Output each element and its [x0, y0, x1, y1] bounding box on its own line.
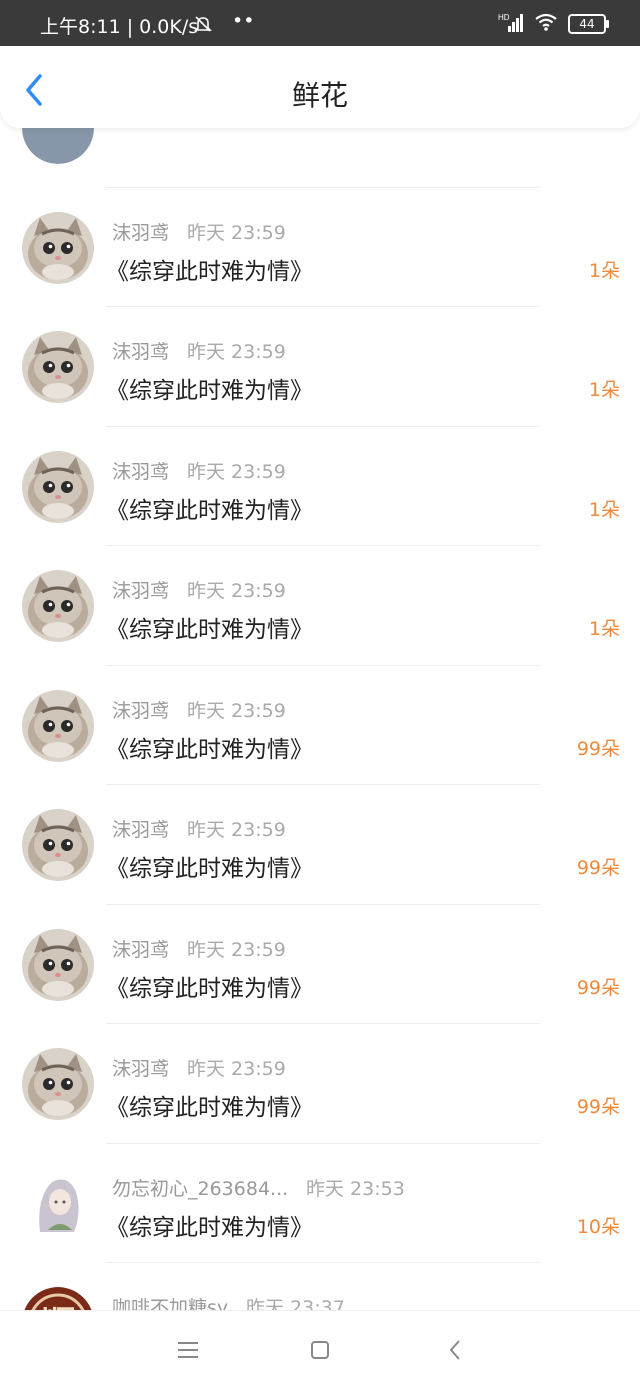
status-time-speed: 上午8:11 | 0.0K/s: [40, 16, 199, 38]
avatar[interactable]: [22, 1167, 94, 1240]
nav-back-button[interactable]: [440, 1335, 470, 1365]
avatar[interactable]: [22, 809, 94, 881]
avatar[interactable]: [22, 331, 94, 403]
sender-name[interactable]: 勿忘初心_263684...: [112, 1174, 288, 1201]
avatar[interactable]: [22, 928, 94, 1001]
home-button[interactable]: [305, 1335, 335, 1365]
sender-name[interactable]: 咖啡不加糖sy: [112, 1293, 228, 1310]
page-title: 鲜花: [291, 79, 348, 112]
send-time: 昨天 23:37: [246, 1297, 345, 1310]
flower-count: 1朵: [588, 618, 620, 640]
flower-count: 99朵: [576, 737, 620, 760]
book-title[interactable]: 《综穿此时难为情》: [106, 252, 313, 286]
book-title[interactable]: 《综穿此时难为情》: [106, 610, 313, 644]
list-item[interactable]: 沫羽鸢 昨天 23:59 《综穿此时难为情》 1朵: [0, 546, 640, 666]
send-time: 昨天 23:59: [187, 699, 286, 722]
book-title[interactable]: 《综穿此时难为情》: [106, 1088, 313, 1122]
list-item[interactable]: 顺 咖啡不加糖sy昨天 23:37《综穿此时难为情三》66朵: [0, 1263, 640, 1310]
wifi-icon: [534, 12, 558, 37]
menu-button[interactable]: [173, 1335, 203, 1365]
dots-icon: ••: [232, 10, 255, 32]
sender-name[interactable]: 沫羽鸢: [112, 337, 169, 364]
triangle-back-icon: [450, 1340, 460, 1360]
avatar[interactable]: [22, 570, 94, 642]
battery-icon: 44: [568, 14, 609, 34]
title-bar: 鲜花: [0, 46, 640, 128]
send-time: 昨天 23:59: [187, 819, 286, 841]
list-item[interactable]: 沫羽鸢 昨天 23:59 《综穿此时难为情》 1朵: [0, 188, 640, 307]
book-title[interactable]: 《综穿此时难为情》: [106, 491, 313, 525]
book-title[interactable]: 《综穿此时难为情》: [106, 849, 313, 883]
send-time: 昨天 23:59: [187, 580, 286, 602]
avatar[interactable]: [22, 689, 94, 762]
avatar[interactable]: [22, 128, 94, 164]
list-item[interactable]: 沫羽鸢 昨天 23:59 《综穿此时难为情》 99朵: [0, 666, 640, 785]
send-time: 昨天 23:59: [187, 1058, 286, 1080]
avatar[interactable]: [22, 211, 94, 284]
avatar[interactable]: [22, 1048, 94, 1120]
sender-name[interactable]: 沫羽鸢: [112, 457, 169, 484]
sender-name[interactable]: 沫羽鸢: [112, 1054, 169, 1081]
avatar[interactable]: 顺: [22, 1287, 94, 1310]
list-item[interactable]: 沫羽鸢 昨天 23:59 《综穿此时难为情》 1朵: [0, 427, 640, 546]
hd-label: HD: [498, 13, 510, 22]
send-time: 昨天 23:53: [306, 1177, 405, 1200]
sender-name[interactable]: 沫羽鸢: [112, 935, 169, 962]
send-time: 昨天 23:59: [187, 938, 286, 961]
signal-icon: HD: [498, 12, 524, 37]
sender-name[interactable]: 沫羽鸢: [112, 696, 169, 723]
flower-count: 99朵: [576, 857, 620, 879]
system-nav-bar: [0, 1310, 640, 1388]
sender-name[interactable]: 沫羽鸢: [112, 218, 169, 245]
send-time: 昨天 23:59: [187, 460, 286, 483]
list-item[interactable]: 沫羽鸢 昨天 23:59 《综穿此时难为情》 1朵: [0, 307, 640, 427]
list-item[interactable]: [0, 128, 640, 188]
mute-bell-icon: [193, 14, 213, 39]
status-bar: 上午8:11 | 0.0K/s •• HD 44: [0, 0, 640, 46]
sender-name[interactable]: 沫羽鸢: [112, 576, 169, 603]
book-title[interactable]: 《综穿此时难为情》: [106, 371, 313, 405]
book-title[interactable]: 《综穿此时难为情》: [106, 730, 313, 764]
flower-count: 10朵: [576, 1215, 620, 1238]
list-item[interactable]: 勿忘初心_263684... 昨天 23:53 《综穿此时难为情》 10朵: [0, 1144, 640, 1263]
avatar[interactable]: [22, 450, 94, 523]
flower-count: 1朵: [588, 498, 620, 521]
menu-icon: [178, 1342, 198, 1358]
square-home-icon: [311, 1341, 329, 1359]
flower-count: 1朵: [588, 259, 620, 282]
sender-name[interactable]: 沫羽鸢: [112, 815, 169, 842]
list-item[interactable]: 沫羽鸢 昨天 23:59 《综穿此时难为情》 99朵: [0, 1024, 640, 1144]
book-title[interactable]: 《综穿此时难为情》: [106, 969, 313, 1003]
list-item[interactable]: 沫羽鸢 昨天 23:59 《综穿此时难为情》 99朵: [0, 785, 640, 905]
battery-level: 44: [579, 17, 595, 31]
book-title[interactable]: 《综穿此时难为情》: [106, 1208, 313, 1242]
flower-count: 99朵: [576, 976, 620, 999]
flower-count: 1朵: [588, 379, 620, 401]
send-time: 昨天 23:59: [187, 341, 286, 363]
flower-count: 99朵: [576, 1096, 620, 1118]
send-time: 昨天 23:59: [187, 221, 286, 244]
flower-list[interactable]: 沫羽鸢 昨天 23:59 《综穿此时难为情》 1朵 沫羽鸢 昨天 23:59 《综穿此时难…: [0, 128, 640, 1310]
list-item[interactable]: 沫羽鸢 昨天 23:59 《综穿此时难为情》 99朵: [0, 905, 640, 1024]
